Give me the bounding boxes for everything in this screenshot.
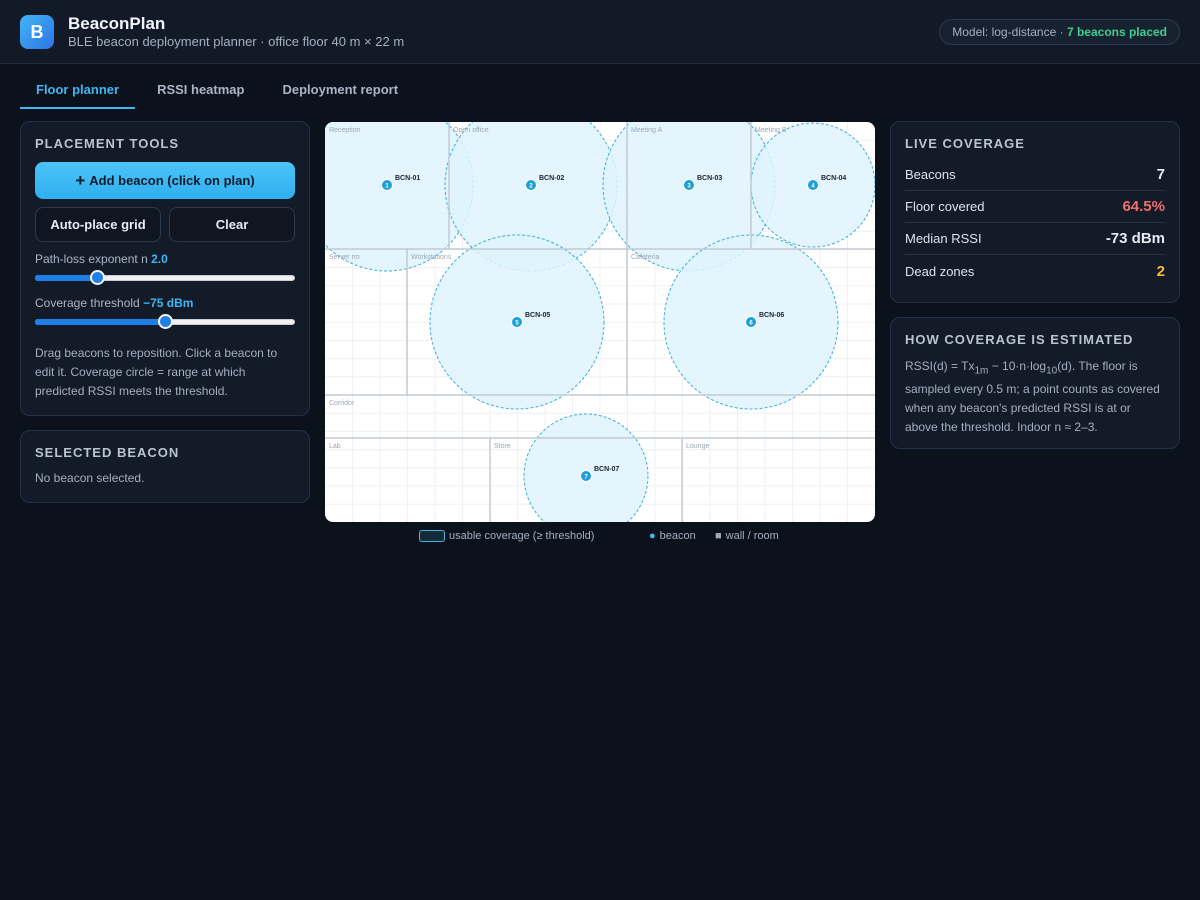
beacon-label: BCN-03 [697, 175, 722, 182]
coverage-circle [523, 413, 649, 522]
slider-thumb[interactable] [158, 314, 173, 329]
app-header: B BeaconPlan BLE beacon deployment plann… [0, 0, 1200, 64]
placement-help-text: Drag beacons to reposition. Click a beac… [35, 346, 278, 398]
tab-floor-planner[interactable]: Floor planner [20, 72, 136, 109]
beacon-label: BCN-05 [525, 312, 550, 319]
room-label: Open office [453, 127, 489, 134]
how-estimated-text: RSSI(d) = Tx1m − 10·n·log10(d). The floo… [905, 359, 1160, 435]
selected-beacon-panel: SELECTED BEACON No beacon selected. [20, 430, 310, 503]
room-label: Lab [329, 443, 341, 450]
floor-covered-value: 64.5% [1122, 198, 1165, 215]
beacons-placed-count: 7 beacons placed [1066, 25, 1167, 39]
coverage-swatch-icon [419, 530, 445, 542]
app-title: BeaconPlan [68, 14, 166, 33]
model-status-pill: Model: log-distance · 7 beacons placed [939, 19, 1180, 45]
auto-place-grid-button[interactable]: Auto-place grid [35, 207, 161, 242]
placement-tools-panel: PLACEMENT TOOLS + Add beacon (click on p… [20, 121, 310, 416]
stat-row-median-rssi: Median RSSI -73 dBm [905, 223, 1165, 255]
path-loss-label: Path-loss exponent n 2.0 [35, 252, 168, 266]
stat-row-beacons: Beacons 7 [905, 159, 1165, 191]
slider-fill [35, 319, 165, 325]
selected-beacon-message: No beacon selected. [35, 471, 145, 485]
beacon-label: BCN-02 [539, 175, 564, 182]
beacon-dot-icon: ● [649, 530, 656, 542]
floor-plan-svg[interactable]: Reception Open office Meeting A Meeting B Se… [325, 122, 875, 522]
how-estimated-panel: HOW COVERAGE IS ESTIMATED RSSI(d) = Tx1m… [890, 317, 1180, 449]
add-beacon-label: Add beacon (click on plan) [89, 173, 255, 188]
room-label: Workstations [411, 254, 452, 261]
clear-button[interactable]: Clear [169, 207, 295, 242]
threshold-value: −75 dBm [143, 296, 194, 310]
plus-icon: + [75, 170, 86, 190]
room-label: Reception [329, 127, 361, 134]
room-label: Meeting A [631, 127, 662, 134]
room-label: Lounge [686, 443, 709, 450]
room-label: Store [494, 443, 511, 450]
selected-beacon-title: SELECTED BEACON [35, 445, 180, 460]
room-label: Cafeteria [631, 254, 660, 261]
legend-wall: ■ wall / room [715, 530, 779, 542]
slider-fill [35, 275, 98, 281]
app-subtitle: BLE beacon deployment planner · office f… [68, 34, 405, 49]
legend-coverage: usable coverage (≥ threshold) [419, 530, 594, 542]
beacons-count: 7 [1156, 166, 1165, 183]
legend-beacon: ● beacon [649, 530, 696, 542]
beacon-label: BCN-07 [594, 466, 619, 473]
wall-square-icon: ■ [715, 530, 722, 542]
beacon-label: BCN-06 [759, 312, 784, 319]
threshold-slider[interactable] [35, 314, 295, 330]
beacon-label: BCN-04 [821, 175, 846, 182]
slider-thumb[interactable] [90, 270, 106, 285]
path-loss-slider[interactable] [35, 270, 295, 286]
stat-row-dead-zones: Dead zones 2 [905, 262, 1165, 280]
live-coverage-panel: LIVE COVERAGE Beacons 7 Floor covered 64… [890, 121, 1180, 303]
placement-tools-title: PLACEMENT TOOLS [35, 136, 180, 151]
median-rssi-value: -73 dBm [1105, 230, 1165, 247]
stat-row-floor-covered: Floor covered 64.5% [905, 191, 1165, 223]
live-coverage-title: LIVE COVERAGE [905, 136, 1025, 151]
tab-rssi-heatmap[interactable]: RSSI heatmap [141, 72, 260, 109]
threshold-label: Coverage threshold −75 dBm [35, 296, 194, 310]
beacon-label: BCN-01 [395, 175, 420, 182]
floor-plan-canvas[interactable]: Reception Open office Meeting A Meeting B Se… [325, 122, 875, 522]
room-label: Meeting B [755, 127, 787, 134]
path-loss-value: 2.0 [151, 252, 168, 266]
tab-deployment-report[interactable]: Deployment report [266, 72, 414, 109]
main-tabs: Floor planner RSSI heatmap Deployment re… [20, 72, 420, 109]
dead-zones-value: 2 [1156, 262, 1165, 280]
add-beacon-button[interactable]: + Add beacon (click on plan) [35, 162, 295, 199]
room-label: Corridor [329, 400, 355, 407]
model-status-text: Model: log-distance · [952, 25, 1064, 39]
how-estimated-title: HOW COVERAGE IS ESTIMATED [905, 332, 1134, 347]
app-logo: B [20, 15, 54, 49]
room-label: Server rm [329, 254, 360, 261]
